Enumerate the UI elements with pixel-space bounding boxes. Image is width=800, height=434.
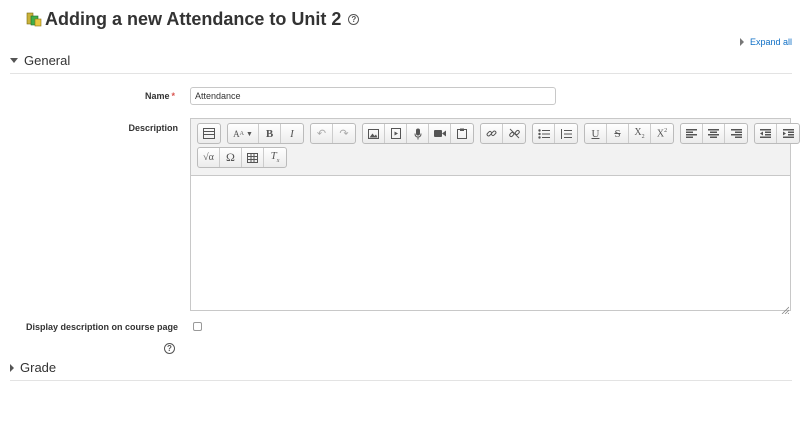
section-general-header[interactable]: General <box>10 53 792 74</box>
display-description-checkbox[interactable] <box>193 322 202 331</box>
special-character-icon[interactable]: Ω <box>220 148 242 167</box>
toolbar-group-insert: √α Ω Tx <box>197 147 287 168</box>
manage-files-icon[interactable] <box>451 124 473 143</box>
toolbar-row-1: A A ▼ B I ↶ ↷ U S X2 X2 <box>197 123 800 144</box>
paragraph-styles-icon[interactable]: A A ▼ <box>228 124 259 143</box>
bold-icon[interactable]: B <box>259 124 281 143</box>
editor-toolbar: A A ▼ B I ↶ ↷ U S X2 X2 √α Ω Tx <box>191 119 800 176</box>
display-description-label: Display description on course page <box>25 322 178 332</box>
name-input[interactable] <box>190 87 556 105</box>
resize-grip-icon[interactable] <box>781 301 790 315</box>
toolbar-group-indent <box>754 123 800 144</box>
ordered-list-icon[interactable] <box>555 124 577 143</box>
underline-icon[interactable]: U <box>585 124 607 143</box>
redo-icon[interactable]: ↷ <box>333 124 355 143</box>
section-general-label: General <box>24 53 71 68</box>
insert-image-icon[interactable] <box>363 124 385 143</box>
chevron-right-icon <box>739 38 744 46</box>
subscript-icon[interactable]: X2 <box>629 124 651 143</box>
required-marker: * <box>171 91 175 101</box>
align-right-icon[interactable] <box>725 124 747 143</box>
toolbar-group-history: ↶ ↷ <box>310 123 356 144</box>
table-icon[interactable] <box>242 148 264 167</box>
toolbar-group-links <box>480 123 526 144</box>
description-label: Description <box>128 123 178 133</box>
attendance-icon <box>26 11 42 27</box>
chevron-right-icon <box>10 363 14 372</box>
outdent-icon[interactable] <box>755 124 777 143</box>
align-left-icon[interactable] <box>681 124 703 143</box>
indent-icon[interactable] <box>777 124 799 143</box>
help-icon[interactable]: ? <box>348 13 360 25</box>
superscript-icon[interactable]: X2 <box>651 124 673 143</box>
toolbar-group-collapse <box>197 123 221 144</box>
description-editor: A A ▼ B I ↶ ↷ U S X2 X2 √α Ω Tx <box>190 118 800 315</box>
chevron-down-icon <box>10 58 18 63</box>
unordered-list-icon[interactable] <box>533 124 555 143</box>
collapse-toolbar-icon[interactable] <box>198 124 220 143</box>
toolbar-group-align <box>680 123 748 144</box>
record-audio-icon[interactable] <box>407 124 429 143</box>
section-grade-header[interactable]: Grade <box>10 360 792 381</box>
link-icon[interactable] <box>481 124 503 143</box>
undo-icon[interactable]: ↶ <box>311 124 333 143</box>
toolbar-group-media <box>362 123 474 144</box>
section-grade-label: Grade <box>20 360 57 375</box>
unlink-icon[interactable] <box>503 124 525 143</box>
insert-media-icon[interactable] <box>385 124 407 143</box>
page-title: Adding a new Attendance to Unit 2 ? <box>26 6 360 32</box>
equation-icon[interactable]: √α <box>198 148 220 167</box>
record-video-icon[interactable] <box>429 124 451 143</box>
name-label-text: Name <box>144 91 170 101</box>
page-title-text: Adding a new Attendance to Unit 2 <box>45 8 342 29</box>
name-label: Name * <box>60 91 175 101</box>
toolbar-group-format: U S X2 X2 <box>584 123 674 144</box>
toolbar-group-style: A A ▼ B I <box>227 123 304 144</box>
expand-all-link[interactable]: Expand all <box>739 37 792 47</box>
align-center-icon[interactable] <box>703 124 725 143</box>
expand-all-label: Expand all <box>749 37 792 47</box>
toolbar-row-2: √α Ω Tx <box>197 147 784 168</box>
toolbar-group-lists <box>532 123 578 144</box>
description-textarea[interactable] <box>191 176 790 310</box>
italic-icon[interactable]: I <box>281 124 303 143</box>
help-icon[interactable]: ? <box>164 338 175 356</box>
clear-formatting-icon[interactable]: Tx <box>264 148 286 167</box>
strikethrough-icon[interactable]: S <box>607 124 629 143</box>
